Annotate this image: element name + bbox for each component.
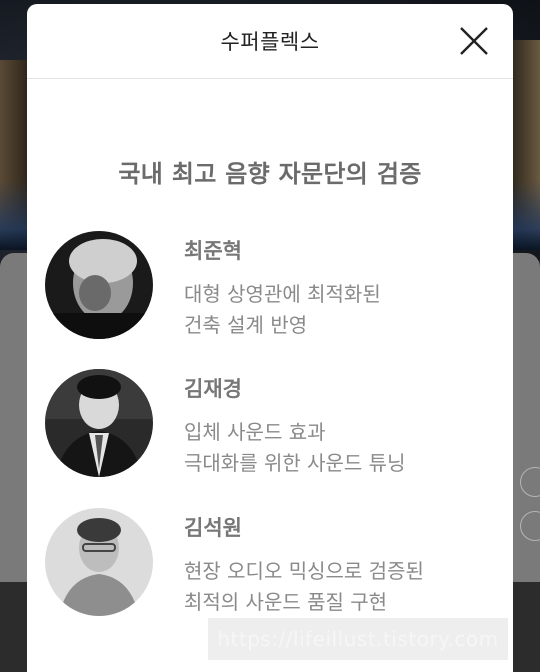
modal-title: 수퍼플렉스	[220, 30, 320, 54]
consultant-desc-line2: 최적의 사운드 품질 구현	[184, 590, 388, 614]
consultant-item: 김석원 현장 오디오 믹싱으로 검증된 최적의 사운드 품질 구현	[45, 508, 505, 618]
background-radio-1	[520, 467, 540, 497]
superplex-modal: 수퍼플렉스 국내 최고 음향 자문단의 검증 최준혁 대형 상영관에 최적화된 …	[27, 4, 513, 672]
consultant-name: 최준혁	[184, 239, 242, 263]
section-title: 국내 최고 음향 자문단의 검증	[118, 160, 422, 188]
avatar	[45, 369, 153, 477]
consultant-name: 김재경	[184, 377, 242, 401]
watermark: https://lifeillust.tistory.com	[208, 618, 508, 660]
consultant-item: 김재경 입체 사운드 효과 극대화를 위한 사운드 튜닝	[45, 369, 505, 479]
consultant-desc-line2: 건축 설계 반영	[184, 313, 308, 337]
consultant-desc-line1: 입체 사운드 효과	[184, 420, 326, 444]
avatar	[45, 508, 153, 616]
consultant-desc-line1: 현장 오디오 믹싱으로 검증된	[184, 559, 424, 583]
close-button[interactable]	[459, 26, 489, 56]
consultant-desc-line1: 대형 상영관에 최적화된	[184, 282, 381, 306]
modal-header: 수퍼플렉스	[27, 4, 513, 79]
consultant-item: 최준혁 대형 상영관에 최적화된 건축 설계 반영	[45, 231, 505, 341]
background-radio-2	[520, 511, 540, 541]
consultant-desc-line2: 극대화를 위한 사운드 튜닝	[184, 451, 406, 475]
avatar	[45, 231, 153, 339]
consultant-name: 김석원	[184, 516, 242, 540]
close-icon	[460, 27, 488, 55]
